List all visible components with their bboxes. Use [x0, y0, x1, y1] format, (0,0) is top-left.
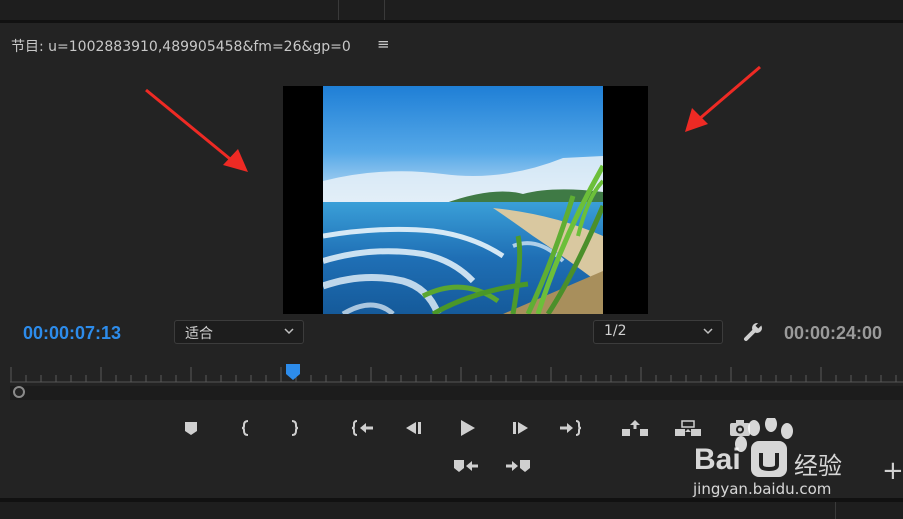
bottom-panel-strip: [0, 502, 903, 519]
panel-divider: [835, 502, 836, 519]
button-editor-add-icon[interactable]: +: [882, 458, 903, 484]
mark-in-icon: [241, 420, 249, 436]
watermark-du-logo: [751, 441, 787, 477]
step-forward-button[interactable]: [507, 416, 533, 440]
lift-button[interactable]: [620, 416, 650, 440]
baidu-jingyan-watermark: Bai 经验 jingyan.baidu.com: [691, 416, 861, 500]
panel-divider: [384, 0, 385, 20]
overwrite-button[interactable]: [503, 454, 533, 478]
watermark-url: jingyan.baidu.com: [693, 480, 832, 498]
add-marker-icon: [185, 422, 197, 435]
insert-button[interactable]: [451, 454, 481, 478]
zoom-scroll-bar[interactable]: [10, 386, 903, 400]
go-to-in-icon: [351, 420, 373, 436]
go-to-in-button[interactable]: [350, 416, 376, 440]
playhead-marker[interactable]: [285, 363, 301, 381]
chevron-down-icon: [284, 328, 294, 335]
play-icon: [461, 420, 475, 436]
duration-timecode: 00:00:24:00: [784, 323, 883, 343]
play-button[interactable]: [454, 416, 480, 440]
step-forward-icon: [513, 422, 528, 434]
playback-resolution-value: 1/2: [604, 323, 627, 339]
time-ruler[interactable]: [10, 365, 903, 385]
program-monitor-title: 节目: u=1002883910,489905458&fm=26&gp=0: [11, 39, 351, 55]
zoom-level-value: 适合: [185, 326, 213, 342]
watermark-brand: Bai: [694, 443, 741, 476]
step-back-icon: [406, 422, 421, 434]
red-arrow-right: [685, 65, 761, 132]
beach-image: [323, 86, 603, 314]
red-arrow-left: [145, 88, 248, 172]
zoom-scroll-handle[interactable]: [13, 386, 25, 398]
panel-border-top: [0, 20, 903, 23]
panel-menu-icon[interactable]: ≡: [377, 35, 390, 53]
go-to-out-button[interactable]: [557, 416, 583, 440]
mark-in-button[interactable]: [233, 416, 259, 440]
current-timecode[interactable]: 00:00:07:13: [23, 323, 121, 344]
step-back-button[interactable]: [401, 416, 427, 440]
add-marker-button[interactable]: [178, 416, 204, 440]
panel-divider: [338, 0, 339, 20]
program-monitor-viewer: [283, 86, 648, 314]
wrench-icon[interactable]: [740, 319, 766, 345]
mark-out-icon: [291, 420, 299, 436]
top-panel-strip: [0, 0, 903, 20]
overwrite-icon: [506, 460, 530, 472]
go-to-out-icon: [560, 420, 582, 436]
lift-icon: [622, 420, 648, 437]
zoom-level-select[interactable]: 适合: [174, 320, 304, 344]
mark-out-button[interactable]: [281, 416, 307, 440]
insert-icon: [454, 460, 478, 472]
watermark-suffix: 经验: [794, 452, 842, 480]
playback-resolution-select[interactable]: 1/2: [593, 320, 723, 344]
chevron-down-icon: [703, 328, 713, 335]
